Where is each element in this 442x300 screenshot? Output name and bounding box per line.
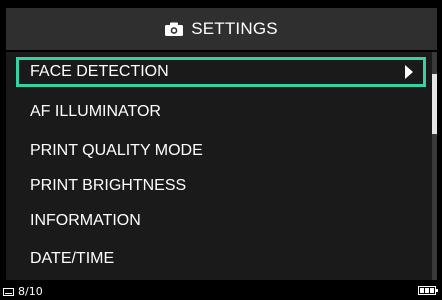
camera-icon bbox=[165, 22, 184, 36]
menu-item-date-time[interactable]: DATE/TIME bbox=[16, 244, 426, 274]
chevron-right-icon bbox=[405, 65, 413, 79]
scrollbar[interactable] bbox=[432, 52, 437, 280]
settings-screen: SETTINGS FACE DETECTION AF ILLUMINATOR P… bbox=[0, 0, 442, 300]
menu-item-print-quality-mode[interactable]: PRINT QUALITY MODE bbox=[16, 136, 426, 166]
menu-item-label: AF ILLUMINATOR bbox=[30, 103, 161, 120]
menu-item-af-illuminator[interactable]: AF ILLUMINATOR bbox=[16, 97, 426, 127]
battery-icon bbox=[418, 286, 438, 295]
settings-menu: FACE DETECTION AF ILLUMINATOR PRINT QUAL… bbox=[6, 52, 431, 280]
menu-panel: FACE DETECTION AF ILLUMINATOR PRINT QUAL… bbox=[6, 52, 437, 280]
header-bar: SETTINGS bbox=[6, 8, 437, 50]
page-number: 8/10 bbox=[18, 285, 43, 298]
menu-item-print-brightness[interactable]: PRINT BRIGHTNESS bbox=[16, 171, 426, 201]
menu-item-label: DATE/TIME bbox=[30, 250, 115, 267]
menu-item-label: INFORMATION bbox=[30, 212, 141, 229]
scrollbar-thumb[interactable] bbox=[432, 74, 437, 134]
status-bar: 8/10 bbox=[0, 282, 442, 300]
menu-item-label: PRINT QUALITY MODE bbox=[30, 142, 203, 159]
menu-item-label: FACE DETECTION bbox=[30, 63, 169, 80]
menu-item-information[interactable]: INFORMATION bbox=[16, 206, 426, 236]
page-icon bbox=[3, 287, 14, 296]
header-title-group: SETTINGS bbox=[165, 19, 278, 39]
page-indicator: 8/10 bbox=[3, 285, 43, 298]
menu-item-face-detection[interactable]: FACE DETECTION bbox=[16, 57, 426, 87]
page-title: SETTINGS bbox=[191, 19, 278, 38]
menu-item-label: PRINT BRIGHTNESS bbox=[30, 177, 187, 194]
